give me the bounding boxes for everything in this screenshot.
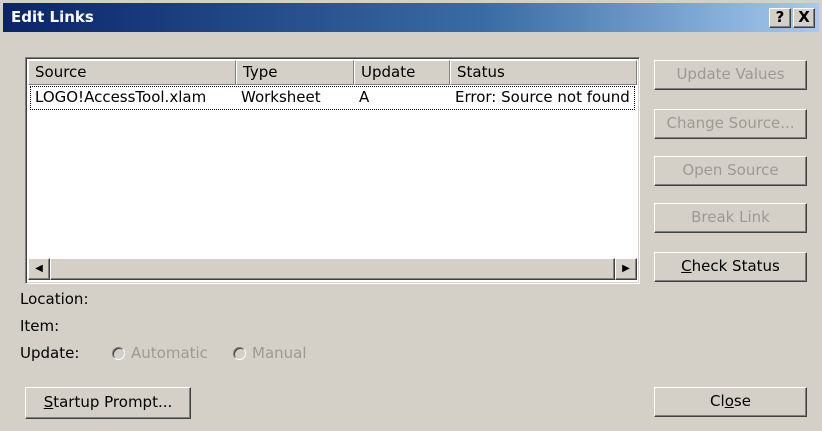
edit-links-dialog: Edit Links ? X Source Type Update Status… xyxy=(0,0,822,431)
close-icon[interactable]: X xyxy=(793,8,815,28)
column-header-status[interactable]: Status xyxy=(450,60,637,85)
startup-prompt-button[interactable]: Startup Prompt... xyxy=(25,387,191,419)
close-button[interactable]: Close xyxy=(654,387,807,417)
links-list[interactable]: Source Type Update Status LOGO!AccessToo… xyxy=(25,57,640,284)
column-header-type[interactable]: Type xyxy=(236,60,354,85)
radio-circle-icon xyxy=(233,346,246,360)
startup-prompt-label: tartup Prompt... xyxy=(53,393,173,411)
table-row[interactable]: LOGO!AccessTool.xlam Worksheet A Error: … xyxy=(30,86,635,110)
list-header: Source Type Update Status xyxy=(28,60,637,85)
break-link-button[interactable]: Break Link xyxy=(654,203,807,233)
automatic-radio[interactable]: Automatic xyxy=(112,344,208,362)
manual-label: Manual xyxy=(252,344,307,362)
cell-update: A xyxy=(359,88,370,106)
dialog-title: Edit Links xyxy=(11,8,94,26)
open-source-button[interactable]: Open Source xyxy=(654,156,807,186)
check-status-mnemonic: C xyxy=(681,257,692,275)
check-status-button[interactable]: Check Status xyxy=(654,252,807,282)
scroll-right-icon[interactable]: ▶ xyxy=(615,258,637,280)
radio-circle-icon xyxy=(112,346,125,360)
close-label-end: se xyxy=(733,392,751,410)
scrollbar-thumb[interactable] xyxy=(50,258,615,280)
item-label: Item: xyxy=(20,317,60,335)
automatic-label: Automatic xyxy=(131,344,208,362)
manual-radio[interactable]: Manual xyxy=(233,344,307,362)
update-label: Update: xyxy=(20,344,80,362)
check-status-label: heck Status xyxy=(691,257,780,275)
location-label: Location: xyxy=(20,290,89,308)
help-button[interactable]: ? xyxy=(769,8,791,28)
startup-prompt-mnemonic: S xyxy=(43,393,54,411)
column-header-source[interactable]: Source xyxy=(28,60,236,85)
cell-source: LOGO!AccessTool.xlam xyxy=(35,88,207,106)
close-label-start: Cl xyxy=(710,392,725,410)
horizontal-scrollbar[interactable]: ◀ ▶ xyxy=(28,258,637,280)
update-values-button[interactable]: Update Values xyxy=(654,60,807,90)
cell-type: Worksheet xyxy=(241,88,321,106)
scroll-left-icon[interactable]: ◀ xyxy=(28,258,50,280)
cell-status: Error: Source not found xyxy=(455,88,630,106)
column-header-update[interactable]: Update xyxy=(354,60,450,85)
change-source-button[interactable]: Change Source... xyxy=(654,109,807,139)
close-mnemonic: o xyxy=(724,392,734,410)
title-bar[interactable]: Edit Links ? X xyxy=(3,3,819,32)
